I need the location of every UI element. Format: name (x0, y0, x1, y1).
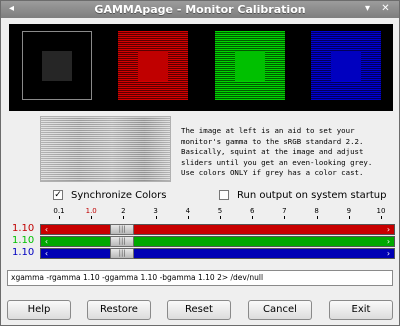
scale-tick (123, 216, 125, 219)
scale-tick (220, 216, 221, 219)
red-gamma-slider[interactable]: ‹ › ||| (40, 224, 395, 235)
scale-tick-label: 2 (121, 207, 126, 215)
red-slider-thumb[interactable]: ||| (110, 224, 135, 235)
close-icon[interactable]: ✕ (380, 3, 391, 14)
scale-tick (187, 216, 189, 219)
gammapage-window: ◂ GAMMApage - Monitor Calibration ▾ ✕ Th… (0, 0, 400, 326)
help-button[interactable]: Help (7, 300, 71, 320)
green-slider-right-arrow-icon[interactable]: › (383, 236, 394, 247)
reset-button[interactable]: Reset (167, 300, 231, 320)
blue-swatch (311, 31, 381, 100)
scale-tick-label: 3 (153, 207, 158, 215)
blue-gamma-value: 1.10 (12, 247, 35, 258)
instructions-text: The image at left is an aid to set your … (181, 126, 373, 177)
blue-gamma-slider[interactable]: ‹ › ||| (40, 248, 395, 259)
scale-tick-label: 9 (346, 207, 352, 215)
sync-colors-checkbox[interactable]: ✓ (53, 190, 63, 200)
scale-tick-label: 0.1 (53, 207, 65, 215)
cancel-button[interactable]: Cancel (248, 300, 312, 320)
red-swatch-center (138, 51, 168, 81)
scale-tick (252, 216, 254, 219)
scale-tick (59, 216, 60, 219)
red-slider-right-arrow-icon[interactable]: › (383, 224, 394, 235)
blue-slider-thumb[interactable]: ||| (110, 248, 135, 259)
run-on-startup-label: Run output on system startup (237, 189, 387, 201)
minimize-icon[interactable]: ▾ (362, 3, 373, 14)
grey-swatch-center (42, 51, 72, 81)
red-slider-left-arrow-icon[interactable]: ‹ (41, 224, 52, 235)
grey-swatch (22, 31, 92, 100)
scale-tick-label: 10 (376, 207, 386, 215)
scale-tick (316, 216, 318, 219)
scale-tick (155, 216, 157, 219)
scale-tick (348, 216, 350, 219)
green-gamma-value: 1.10 (12, 235, 35, 246)
grey-calibration-image (40, 116, 171, 182)
blue-slider-left-arrow-icon[interactable]: ‹ (41, 248, 52, 259)
run-on-startup-checkbox[interactable] (219, 190, 229, 200)
blue-slider-right-arrow-icon[interactable]: › (383, 248, 394, 259)
gamma-scale: 0.1 1.0 2 3 4 5 6 7 8 9 10 (53, 207, 385, 221)
sync-colors-option[interactable]: ✓ Synchronize Colors (53, 189, 166, 201)
command-output-field[interactable]: xgamma -rgamma 1.10 -ggamma 1.10 -bgamma… (7, 270, 393, 286)
green-slider-thumb[interactable]: ||| (110, 236, 135, 247)
green-swatch-center (235, 51, 265, 81)
blue-swatch-center (331, 51, 361, 81)
scale-tick (91, 216, 93, 219)
green-gamma-slider[interactable]: ‹ › ||| (40, 236, 395, 247)
gamma-swatch-panel (9, 24, 393, 111)
run-on-startup-option[interactable]: Run output on system startup (219, 189, 386, 201)
scale-tick (381, 216, 382, 219)
scale-tick-label: 8 (314, 207, 319, 215)
red-gamma-value: 1.10 (12, 223, 35, 234)
title-bar[interactable]: ◂ GAMMApage - Monitor Calibration ▾ ✕ (1, 1, 399, 18)
restore-button[interactable]: Restore (87, 300, 151, 320)
green-slider-left-arrow-icon[interactable]: ‹ (41, 236, 52, 247)
sync-colors-label: Synchronize Colors (71, 189, 167, 201)
scale-tick-label: 4 (185, 207, 191, 215)
green-swatch (215, 31, 285, 100)
scale-tick-label: 6 (249, 207, 255, 215)
scale-tick (284, 216, 286, 219)
scale-tick-label: 7 (282, 207, 287, 215)
scale-tick-label: 1.0 (85, 207, 97, 215)
window-title: GAMMApage - Monitor Calibration (94, 3, 306, 16)
exit-button[interactable]: Exit (329, 300, 393, 320)
scale-tick-label: 5 (217, 207, 223, 215)
red-swatch (118, 31, 188, 100)
